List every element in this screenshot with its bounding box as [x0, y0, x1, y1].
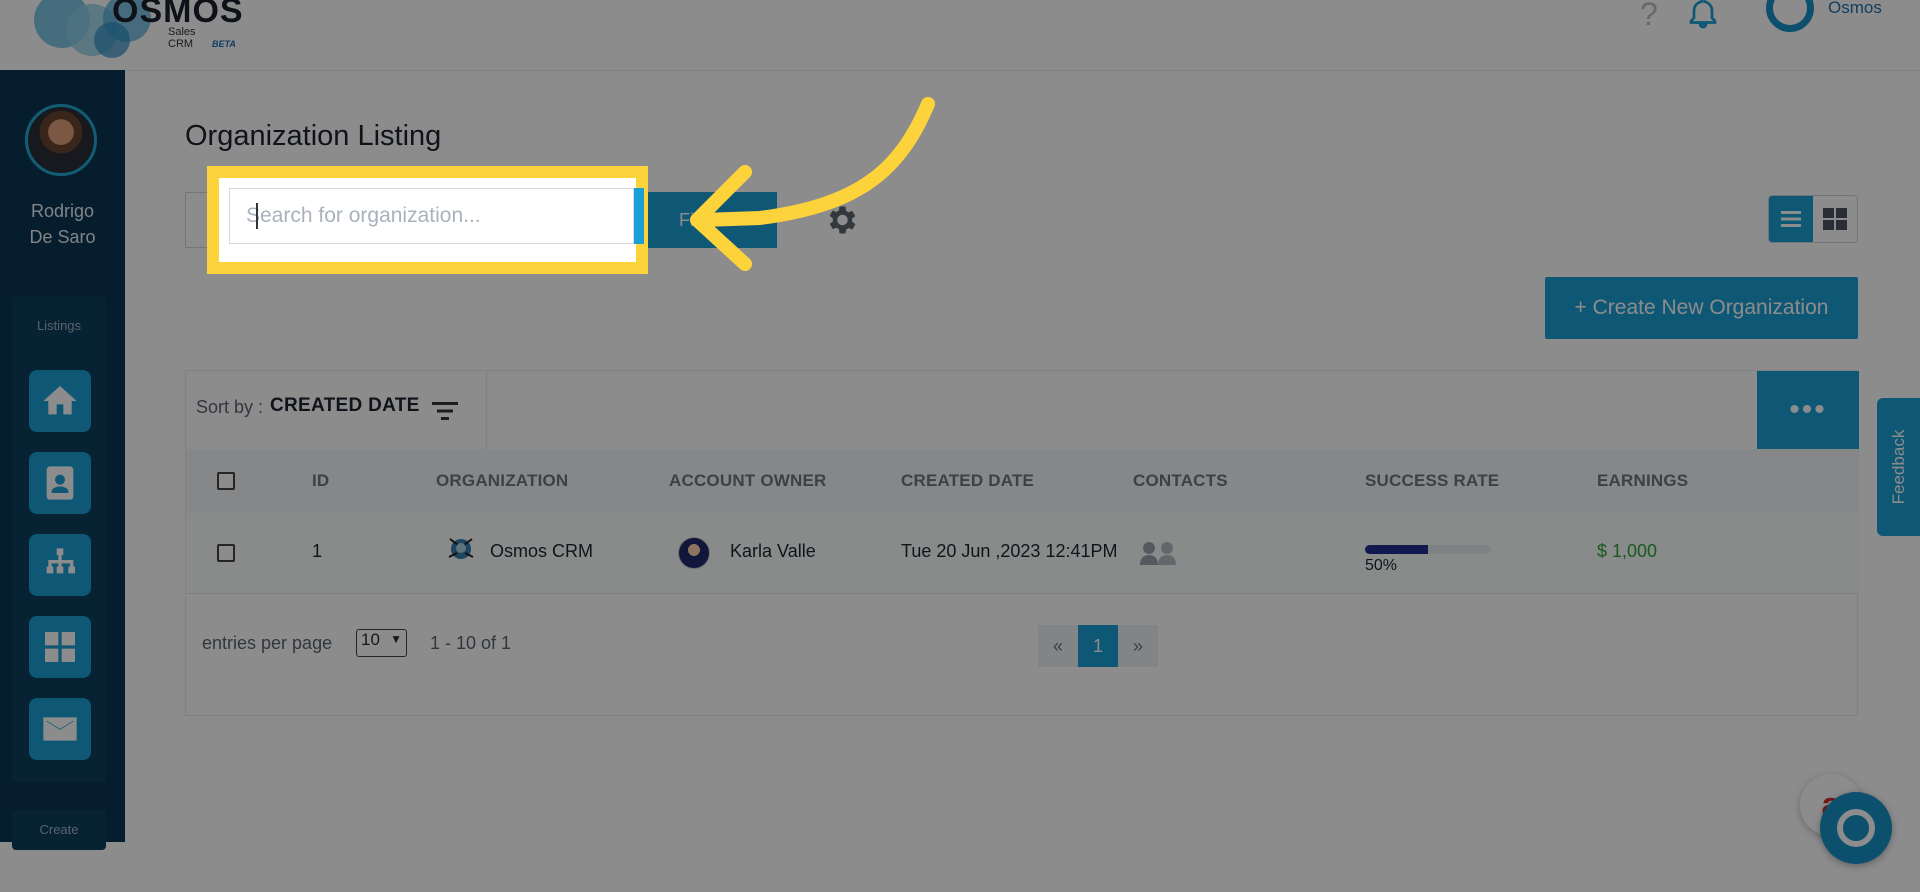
search-input[interactable] — [229, 188, 634, 244]
filter-button-edge — [634, 188, 644, 244]
text-caret — [256, 203, 258, 229]
tutorial-overlay — [0, 0, 1920, 892]
search-highlight-frame — [207, 166, 648, 274]
